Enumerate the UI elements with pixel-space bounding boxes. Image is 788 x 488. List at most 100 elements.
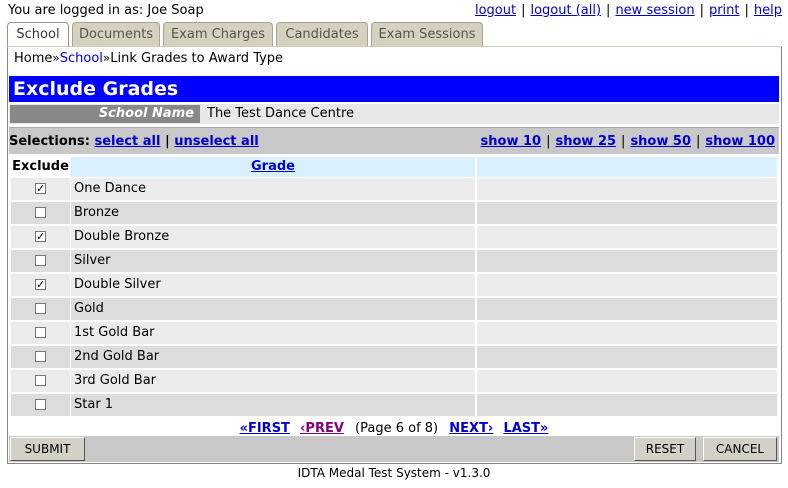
separator: | <box>699 3 704 18</box>
separator: | <box>744 3 749 18</box>
print-link[interactable]: print <box>709 3 740 18</box>
last-page-link[interactable]: LAST» <box>503 421 548 436</box>
selections-divider: | <box>164 134 170 149</box>
table-row: ✓ One Dance <box>11 178 777 200</box>
separator: | <box>621 134 626 149</box>
selections-label: Selections: <box>9 134 90 149</box>
page-info: (Page 6 of 8) <box>355 421 439 436</box>
show-25-link[interactable]: show 25 <box>555 134 616 149</box>
exclude-column-header: Exclude <box>12 159 69 174</box>
grade-cell: Bronze <box>71 202 475 224</box>
selections-group: Selections: select all | unselect all <box>9 134 259 149</box>
logout-all-link[interactable]: logout (all) <box>530 3 601 18</box>
blank-column-header <box>477 157 777 177</box>
pager: «FIRST ‹PREV (Page 6 of 8) NEXT› LAST» <box>0 421 788 436</box>
exclude-cell: ✓ <box>11 274 70 296</box>
table-row: ✓ Double Bronze <box>11 226 777 248</box>
exclude-checkbox[interactable] <box>35 303 46 314</box>
exclude-cell <box>11 322 70 344</box>
breadcrumb-school[interactable]: School <box>60 51 103 66</box>
exclude-cell <box>11 370 70 392</box>
page-title: Exclude Grades <box>9 76 779 102</box>
exclude-checkbox[interactable]: ✓ <box>35 279 46 290</box>
help-link[interactable]: help <box>754 3 782 18</box>
exclude-checkbox[interactable] <box>35 399 46 410</box>
submit-button[interactable]: SUBMIT <box>10 437 85 461</box>
blank-cell <box>477 226 777 248</box>
separator: | <box>696 134 701 149</box>
show-50-link[interactable]: show 50 <box>630 134 691 149</box>
prev-page-link[interactable]: ‹PREV <box>300 421 344 436</box>
exclude-cell: ✓ <box>11 226 70 248</box>
selections-bar: Selections: select all | unselect all sh… <box>9 127 779 154</box>
breadcrumb: Home»School»Link Grades to Award Type <box>14 51 283 66</box>
tab-candidates[interactable]: Candidates <box>276 22 368 46</box>
tab-school[interactable]: School <box>7 22 69 47</box>
exclude-cell <box>11 298 70 320</box>
grade-cell: 1st Gold Bar <box>71 322 475 344</box>
table-row: Star 1 <box>11 394 777 416</box>
separator: | <box>546 134 551 149</box>
breadcrumb-home[interactable]: Home <box>14 51 52 66</box>
tab-documents[interactable]: Documents <box>72 22 160 46</box>
table-row: Gold <box>11 298 777 320</box>
top-bar: You are logged in as: Joe Soap logout | lo… <box>0 0 788 20</box>
exclude-checkbox[interactable]: ✓ <box>35 231 46 242</box>
blank-cell <box>477 250 777 272</box>
blank-cell <box>477 394 777 416</box>
next-page-link[interactable]: NEXT› <box>449 421 493 436</box>
table-row: 3rd Gold Bar <box>11 370 777 392</box>
table-row: ✓ Double Silver <box>11 274 777 296</box>
blank-cell <box>477 298 777 320</box>
reset-button[interactable]: RESET <box>634 437 696 461</box>
grade-cell: Silver <box>71 250 475 272</box>
show-10-link[interactable]: show 10 <box>481 134 542 149</box>
grade-cell: One Dance <box>71 178 475 200</box>
grade-sort-link[interactable]: Grade <box>251 159 295 174</box>
grade-cell: Double Silver <box>71 274 475 296</box>
cancel-button[interactable]: CANCEL <box>703 437 777 461</box>
tab-exam-charges[interactable]: Exam Charges <box>163 22 273 46</box>
table-row: 2nd Gold Bar <box>11 346 777 368</box>
tab-exam-sessions[interactable]: Exam Sessions <box>371 22 483 46</box>
logout-link[interactable]: logout <box>475 3 516 18</box>
exclude-cell <box>11 346 70 368</box>
exclude-checkbox[interactable] <box>35 207 46 218</box>
exclude-cell: ✓ <box>11 178 70 200</box>
exclude-checkbox[interactable] <box>35 327 46 338</box>
separator: | <box>521 3 526 18</box>
exclude-checkbox[interactable] <box>35 351 46 362</box>
school-name-label: School Name <box>10 105 200 123</box>
blank-cell <box>477 370 777 392</box>
grade-cell: 2nd Gold Bar <box>71 346 475 368</box>
separator: | <box>606 3 611 18</box>
logged-in-label: You are logged in as: Joe Soap <box>8 3 204 18</box>
exclude-checkbox[interactable] <box>35 255 46 266</box>
grade-cell: Gold <box>71 298 475 320</box>
table-row: Silver <box>11 250 777 272</box>
blank-cell <box>477 202 777 224</box>
blank-cell <box>477 178 777 200</box>
breadcrumb-current: Link Grades to Award Type <box>110 51 284 66</box>
new-session-link[interactable]: new session <box>615 3 694 18</box>
grade-cell: 3rd Gold Bar <box>71 370 475 392</box>
blank-cell <box>477 322 777 344</box>
school-name-row: School Name The Test Dance Centre <box>9 104 779 124</box>
exclude-checkbox[interactable] <box>35 375 46 386</box>
exclude-cell <box>11 202 70 224</box>
top-links: logout | logout (all) | new session | print | he… <box>475 3 782 18</box>
breadcrumb-separator: » <box>52 51 60 65</box>
footer-version: IDTA Medal Test System - v1.3.0 <box>297 466 491 480</box>
school-name-value: The Test Dance Centre <box>207 106 355 121</box>
select-all-link[interactable]: select all <box>94 134 160 149</box>
show-100-link[interactable]: show 100 <box>705 134 775 149</box>
exclude-checkbox[interactable]: ✓ <box>35 183 46 194</box>
unselect-all-link[interactable]: unselect all <box>174 134 258 149</box>
grade-column-header: Grade <box>71 157 475 177</box>
first-page-link[interactable]: «FIRST <box>240 421 290 436</box>
grade-cell: Star 1 <box>71 394 475 416</box>
exclude-cell <box>11 250 70 272</box>
table-row: Bronze <box>11 202 777 224</box>
blank-cell <box>477 274 777 296</box>
exclude-cell <box>11 394 70 416</box>
